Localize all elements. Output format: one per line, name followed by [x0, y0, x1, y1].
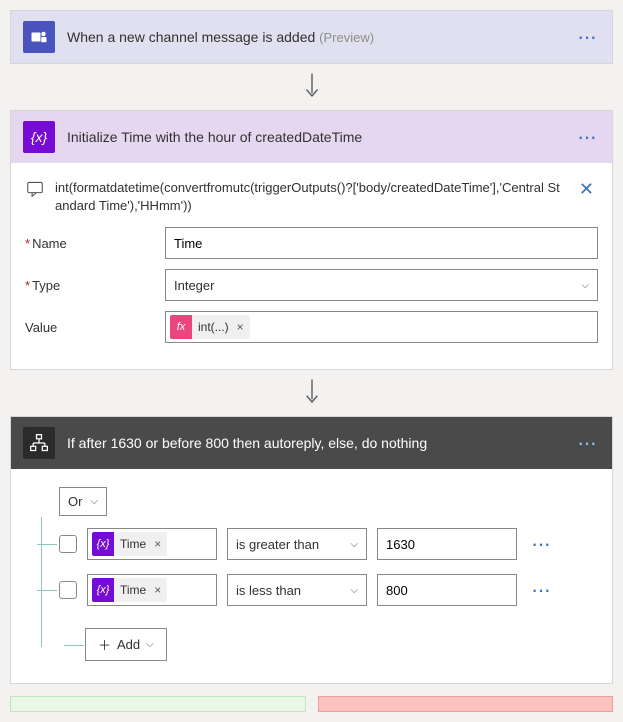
- token-remove-button[interactable]: ×: [152, 537, 167, 551]
- token-label: Time: [114, 583, 152, 597]
- add-row-button[interactable]: ＋ Add ⌵: [85, 628, 167, 661]
- variable-token-icon: {x}: [92, 578, 114, 602]
- no-branch-preview[interactable]: [318, 696, 614, 712]
- yes-branch-preview[interactable]: [10, 696, 306, 712]
- name-input[interactable]: [165, 227, 598, 259]
- condition-row: {x} Time × is greater than ⌵ ···: [59, 528, 590, 560]
- name-label: *Name: [25, 236, 165, 251]
- trigger-menu-button[interactable]: ···: [573, 26, 600, 48]
- expression-peek: int(formatdatetime(convertfromutc(trigge…: [25, 173, 598, 227]
- operator-select[interactable]: is greater than ⌵: [227, 528, 367, 560]
- row-checkbox[interactable]: [59, 581, 77, 599]
- expression-close-button[interactable]: ✕: [575, 179, 598, 200]
- token-label: Time: [114, 537, 152, 551]
- variable-token: {x} Time ×: [92, 578, 167, 602]
- condition-rows: {x} Time × is greater than ⌵ ··· {x}: [33, 528, 590, 606]
- variable-icon: {x}: [23, 121, 55, 153]
- variable-token-icon: {x}: [92, 532, 114, 556]
- type-label: *Type: [25, 278, 165, 293]
- chevron-down-icon: ⌵: [90, 496, 98, 507]
- condition-header[interactable]: If after 1630 or before 800 then autorep…: [11, 417, 612, 469]
- add-label: Add: [117, 637, 140, 652]
- condition-row: {x} Time × is less than ⌵ ···: [59, 574, 590, 606]
- type-select[interactable]: Integer ⌵: [165, 269, 598, 301]
- tree-line: [41, 517, 42, 647]
- comment-icon: [25, 181, 45, 201]
- name-row: *Name: [25, 227, 598, 259]
- condition-icon: [23, 427, 55, 459]
- condition-card: If after 1630 or before 800 then autorep…: [10, 416, 613, 684]
- chevron-down-icon: ⌵: [350, 585, 358, 596]
- token-label: int(...): [192, 320, 235, 334]
- operator-select[interactable]: is less than ⌵: [227, 574, 367, 606]
- condition-title: If after 1630 or before 800 then autorep…: [67, 435, 573, 451]
- flow-arrow-icon: [10, 370, 613, 416]
- operand-left-input[interactable]: {x} Time ×: [87, 528, 217, 560]
- trigger-header[interactable]: When a new channel message is added (Pre…: [11, 11, 612, 63]
- token-remove-button[interactable]: ×: [235, 320, 250, 334]
- type-value: Integer: [174, 278, 214, 293]
- init-header[interactable]: {x} Initialize Time with the hour of cre…: [11, 111, 612, 163]
- row-menu-button[interactable]: ···: [527, 579, 554, 601]
- value-token: fx int(...) ×: [170, 315, 250, 339]
- chevron-down-icon: ⌵: [146, 639, 154, 650]
- chevron-down-icon: ⌵: [350, 539, 358, 550]
- plus-icon: ＋: [98, 635, 111, 654]
- operand-right-input[interactable]: [377, 528, 517, 560]
- condition-menu-button[interactable]: ···: [573, 432, 600, 454]
- branch-previews: [10, 696, 613, 712]
- init-menu-button[interactable]: ···: [573, 126, 600, 148]
- init-body: int(formatdatetime(convertfromutc(trigge…: [11, 163, 612, 369]
- type-row: *Type Integer ⌵: [25, 269, 598, 301]
- trigger-card: When a new channel message is added (Pre…: [10, 10, 613, 64]
- row-checkbox[interactable]: [59, 535, 77, 553]
- group-operator-select[interactable]: Or ⌵: [59, 487, 107, 516]
- variable-token: {x} Time ×: [92, 532, 167, 556]
- value-label: Value: [25, 320, 165, 335]
- group-operator-value: Or: [68, 494, 82, 509]
- value-input[interactable]: fx int(...) ×: [165, 311, 598, 343]
- init-variable-card: {x} Initialize Time with the hour of cre…: [10, 110, 613, 370]
- value-row: Value fx int(...) ×: [25, 311, 598, 343]
- operator-value: is less than: [236, 583, 301, 598]
- operand-right-input[interactable]: [377, 574, 517, 606]
- teams-icon: [23, 21, 55, 53]
- expression-text: int(formatdatetime(convertfromutc(trigge…: [55, 179, 565, 215]
- token-remove-button[interactable]: ×: [152, 583, 167, 597]
- init-title: Initialize Time with the hour of created…: [67, 129, 573, 145]
- trigger-title: When a new channel message is added (Pre…: [67, 29, 573, 45]
- preview-badge: (Preview): [319, 30, 374, 45]
- row-menu-button[interactable]: ···: [527, 533, 554, 555]
- chevron-down-icon: ⌵: [581, 280, 589, 291]
- fx-icon: fx: [170, 315, 192, 339]
- flow-arrow-icon: [10, 64, 613, 110]
- condition-body: Or ⌵ {x} Time × is greater than ⌵ ···: [11, 469, 612, 683]
- operator-value: is greater than: [236, 537, 319, 552]
- operand-left-input[interactable]: {x} Time ×: [87, 574, 217, 606]
